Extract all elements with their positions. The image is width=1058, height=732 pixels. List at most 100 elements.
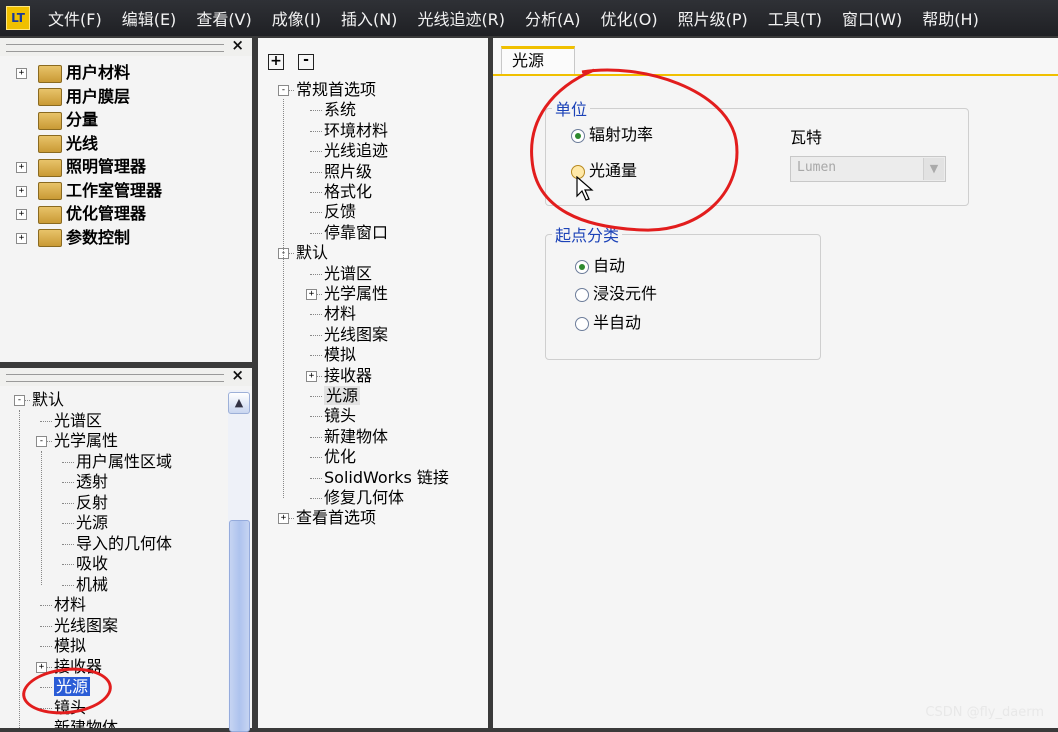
- tree-item[interactable]: 接收器: [324, 365, 372, 387]
- tree-item[interactable]: 光源: [76, 512, 108, 534]
- tree-item[interactable]: 查看首选项: [296, 507, 376, 529]
- tree-item[interactable]: 默认: [296, 242, 328, 264]
- folder-icon: [38, 205, 62, 224]
- expand-icon[interactable]: +: [16, 162, 27, 173]
- tree-item[interactable]: 光学属性: [54, 430, 118, 452]
- menu-item[interactable]: 编辑(E): [112, 6, 187, 30]
- scroll-thumb[interactable]: [229, 520, 250, 732]
- tree-item[interactable]: 系统: [324, 99, 356, 121]
- tree-item[interactable]: SolidWorks 链接: [324, 467, 449, 489]
- menu-item[interactable]: 照片级(P): [668, 6, 758, 30]
- expand-icon[interactable]: +: [16, 185, 27, 197]
- expand-icon[interactable]: +: [278, 513, 289, 525]
- tree-item[interactable]: 优化: [324, 446, 356, 468]
- menu-item[interactable]: 文件(F): [38, 6, 112, 30]
- menu-item[interactable]: 查看(V): [186, 6, 261, 30]
- tree-item[interactable]: 模拟: [324, 344, 356, 366]
- collapse-all-button[interactable]: -: [298, 53, 314, 70]
- collapse-icon[interactable]: -: [278, 85, 289, 96]
- tree-item-label: 默认: [296, 243, 329, 263]
- tree-item[interactable]: 光谱区: [324, 263, 372, 285]
- menu-item[interactable]: 帮助(H): [912, 6, 989, 30]
- menu-item[interactable]: 窗口(W): [832, 6, 912, 30]
- scroll-up-icon[interactable]: ▲: [228, 392, 250, 414]
- radio-icon[interactable]: [575, 316, 589, 331]
- tree-item-label: 光谱区: [324, 263, 373, 283]
- menu-item[interactable]: 光线追迹(R): [407, 6, 515, 30]
- library-item[interactable]: 照明管理器: [38, 156, 146, 178]
- radio-selected-icon[interactable]: [575, 259, 589, 274]
- tree-item[interactable]: 新建物体: [324, 426, 388, 448]
- tree-item[interactable]: 模拟: [54, 635, 86, 657]
- collapse-icon[interactable]: -: [14, 395, 25, 406]
- tree-item[interactable]: 吸收: [76, 553, 108, 575]
- radio-auto[interactable]: 自动: [575, 255, 625, 277]
- vertical-scrollbar[interactable]: ▲: [228, 390, 250, 732]
- tree-item[interactable]: 反馈: [324, 201, 356, 223]
- library-item[interactable]: 工作室管理器: [38, 180, 162, 202]
- library-item[interactable]: 优化管理器: [38, 203, 146, 225]
- tree-item[interactable]: 光学属性: [324, 283, 388, 305]
- tree-item[interactable]: 材料: [324, 303, 356, 325]
- expand-icon[interactable]: +: [306, 370, 317, 382]
- collapse-icon[interactable]: -: [36, 436, 47, 447]
- folder-icon: [38, 182, 62, 200]
- tree-item[interactable]: 格式化: [324, 181, 372, 203]
- radio-semi-auto[interactable]: 半自动: [575, 312, 641, 334]
- tree-item-label: 接收器: [324, 365, 373, 385]
- tree-item[interactable]: 光源: [324, 385, 361, 407]
- tree-item[interactable]: 透射: [76, 471, 108, 493]
- expand-all-button[interactable]: +: [268, 54, 284, 70]
- expand-icon[interactable]: +: [306, 289, 317, 300]
- tree-item[interactable]: 反射: [76, 492, 108, 514]
- close-icon[interactable]: ×: [231, 368, 244, 384]
- tree-item[interactable]: 新建物体: [54, 717, 118, 728]
- radio-icon[interactable]: [575, 287, 589, 302]
- tree-item-label: 模拟: [54, 636, 87, 655]
- library-item[interactable]: 用户膜层: [38, 86, 130, 108]
- unit-combo[interactable]: Lumen ▼: [790, 156, 946, 182]
- tree-item[interactable]: 光线追迹: [324, 140, 388, 162]
- panel-grip[interactable]: ×: [0, 36, 252, 56]
- tree-item[interactable]: 环境材料: [324, 120, 388, 142]
- tree-item[interactable]: 用户属性区域: [76, 451, 172, 473]
- expand-icon[interactable]: +: [36, 661, 47, 673]
- menu-item[interactable]: 成像(I): [262, 6, 331, 30]
- tree-item[interactable]: 光线图案: [54, 615, 118, 637]
- tree-item[interactable]: 机械: [76, 574, 108, 596]
- menu-bar: LT 文件(F) 编辑(E) 查看(V) 成像(I) 插入(N) 光线追迹(R) 分析(A)…: [0, 0, 1058, 36]
- tree-item[interactable]: 停靠窗口: [324, 222, 388, 244]
- app-logo-icon[interactable]: LT: [6, 6, 30, 30]
- expand-icon[interactable]: +: [16, 232, 27, 244]
- tree-item[interactable]: 镜头: [324, 405, 356, 427]
- tree-item[interactable]: 光线图案: [324, 324, 388, 346]
- tree-item[interactable]: 默认: [32, 389, 64, 411]
- tree-item[interactable]: 光谱区: [54, 410, 102, 432]
- watermark: CSDN @fly_daerm: [925, 705, 1044, 720]
- library-item[interactable]: 光线: [38, 133, 98, 155]
- tree-item-label: 镜头: [324, 406, 357, 426]
- panel-grip[interactable]: ×: [0, 368, 252, 386]
- close-icon[interactable]: ×: [231, 36, 244, 54]
- annotation-circle: [530, 68, 739, 232]
- library-item[interactable]: 分量: [38, 109, 98, 131]
- tree-item-label: 光线追迹: [324, 141, 389, 161]
- menu-item[interactable]: 工具(T): [758, 6, 832, 30]
- tree-item[interactable]: 材料: [54, 594, 86, 616]
- tree-item[interactable]: 照片级: [324, 161, 372, 183]
- folder-icon: [38, 88, 62, 106]
- tree-item-label: 修复几何体: [324, 488, 405, 507]
- expand-icon[interactable]: +: [16, 68, 27, 79]
- radio-immersed-element[interactable]: 浸没元件: [575, 283, 657, 305]
- tree-item[interactable]: 常规首选项: [296, 79, 376, 101]
- menu-item[interactable]: 插入(N): [331, 6, 407, 30]
- library-item[interactable]: 参数控制: [38, 227, 130, 249]
- menu-item[interactable]: 优化(O): [590, 6, 667, 30]
- library-item[interactable]: 用户材料: [38, 62, 130, 84]
- menu-item[interactable]: 分析(A): [515, 6, 590, 30]
- tree-item-label: 反馈: [324, 202, 357, 222]
- chevron-down-icon[interactable]: ▼: [923, 158, 944, 180]
- tree-item[interactable]: 修复几何体: [324, 487, 404, 509]
- tree-item[interactable]: 导入的几何体: [76, 533, 172, 555]
- expand-icon[interactable]: +: [16, 209, 27, 220]
